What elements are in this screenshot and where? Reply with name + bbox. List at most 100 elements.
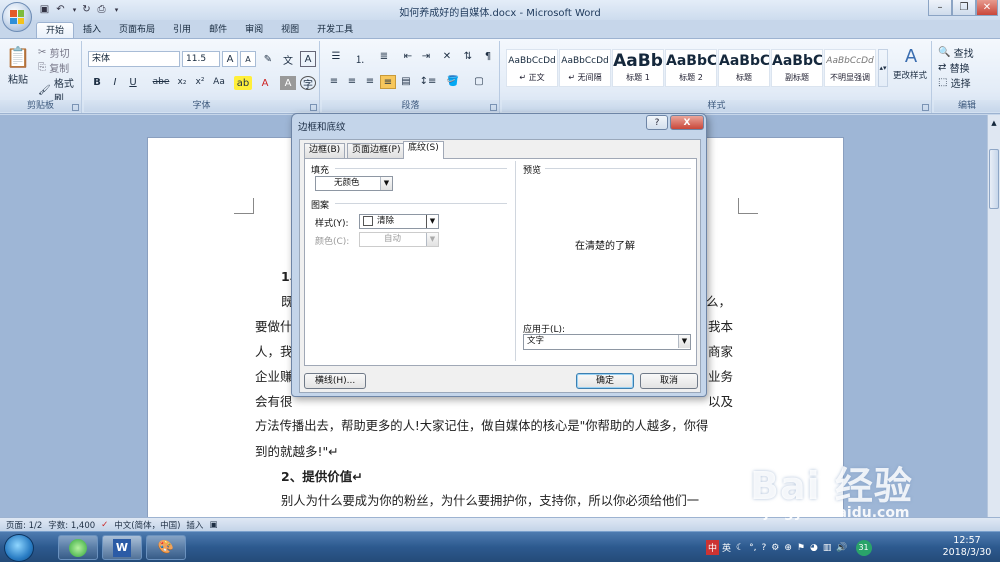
- superscript-button[interactable]: x²: [192, 77, 208, 87]
- redo-icon[interactable]: ↻: [80, 3, 93, 16]
- tab-developer[interactable]: 开发工具: [308, 22, 362, 39]
- notification-badge[interactable]: 31: [855, 539, 872, 556]
- style-subtle-emphasis[interactable]: AaBbCcDd 不明显强调: [824, 49, 876, 87]
- phonetic-guide-icon[interactable]: 文: [280, 51, 296, 67]
- ok-button[interactable]: 确定: [576, 373, 634, 389]
- char-shading-icon[interactable]: A: [280, 76, 296, 90]
- borders-icon[interactable]: ▢: [468, 76, 490, 87]
- office-button[interactable]: [2, 2, 32, 32]
- numbering-icon[interactable]: ⒈: [350, 51, 370, 66]
- tab-references[interactable]: 引用: [164, 22, 200, 39]
- find-button[interactable]: 🔍 查找: [938, 45, 996, 60]
- pattern-style-select[interactable]: 清除 ▼: [359, 214, 439, 229]
- dialog-close-button[interactable]: X: [670, 115, 704, 130]
- vertical-scrollbar[interactable]: ▲: [987, 115, 1000, 517]
- enclose-char-icon[interactable]: 字: [300, 76, 316, 91]
- change-styles-icon[interactable]: A: [892, 45, 930, 67]
- pattern-color-select[interactable]: 自动 ▼: [359, 232, 439, 247]
- copy-button[interactable]: ⎘ 复制: [38, 60, 78, 75]
- moon-icon[interactable]: ☾: [736, 543, 744, 553]
- bullets-icon[interactable]: ☰: [326, 51, 346, 62]
- strikethrough-button[interactable]: abe: [150, 77, 172, 87]
- spelling-icon[interactable]: ✓: [101, 520, 108, 530]
- tab-shading[interactable]: 底纹(S): [403, 141, 444, 159]
- decrease-indent-icon[interactable]: ⇤: [400, 51, 416, 62]
- align-center-icon[interactable]: ≡: [344, 76, 360, 87]
- style-normal[interactable]: AaBbCcDd ↵ 正文: [506, 49, 558, 87]
- paste-icon[interactable]: 📋: [6, 45, 31, 69]
- clock[interactable]: 12:57 2018/3/30: [938, 535, 996, 559]
- cancel-button[interactable]: 取消: [640, 373, 698, 389]
- ime-icon[interactable]: 中: [706, 540, 720, 555]
- tab-review[interactable]: 审阅: [236, 22, 272, 39]
- cut-button[interactable]: ✂ 剪切: [38, 45, 78, 60]
- restore-button[interactable]: ❐: [952, 0, 976, 16]
- minimize-button[interactable]: –: [928, 0, 952, 16]
- align-left-icon[interactable]: ≡: [326, 76, 342, 87]
- font-name-select[interactable]: 宋体: [88, 51, 180, 67]
- word-taskbar-icon[interactable]: W: [102, 535, 142, 560]
- status-page[interactable]: 页面: 1/2: [6, 519, 42, 531]
- paint-taskbar-icon[interactable]: 🎨: [146, 535, 186, 560]
- clear-format-icon[interactable]: ✎: [260, 51, 276, 67]
- underline-button[interactable]: U: [126, 77, 140, 88]
- status-insert-mode[interactable]: 插入: [186, 519, 203, 531]
- change-styles-button[interactable]: 更改样式: [888, 69, 932, 81]
- shading-icon[interactable]: 🪣: [442, 76, 464, 87]
- undo-icon[interactable]: ↶: [54, 3, 67, 16]
- start-button[interactable]: [4, 534, 34, 562]
- subscript-button[interactable]: x₂: [174, 77, 190, 87]
- style-no-spacing[interactable]: AaBbCcDd ↵ 无间隔: [559, 49, 611, 87]
- style-subtitle[interactable]: AaBbC 副标题: [771, 49, 823, 87]
- save-icon[interactable]: ▣: [38, 3, 51, 16]
- replace-button[interactable]: ⇄ 替换: [938, 60, 996, 75]
- paste-button[interactable]: 粘贴: [4, 71, 32, 86]
- volume-icon[interactable]: 🔊: [836, 543, 847, 553]
- align-right-icon[interactable]: ≡: [362, 76, 378, 87]
- tab-borders[interactable]: 边框(B): [304, 143, 346, 158]
- style-heading2[interactable]: AaBbC 标题 2: [665, 49, 717, 87]
- highlight-icon[interactable]: ab: [234, 76, 252, 90]
- tab-mailings[interactable]: 邮件: [200, 22, 236, 39]
- multilevel-list-icon[interactable]: ≣: [374, 51, 394, 62]
- increase-indent-icon[interactable]: ⇥: [418, 51, 434, 62]
- tab-home[interactable]: 开始: [36, 22, 75, 39]
- flag-icon[interactable]: ⚑: [797, 543, 805, 553]
- scroll-up-icon[interactable]: ▲: [988, 119, 1000, 131]
- paragraph-launcher-icon[interactable]: [490, 104, 497, 111]
- network-icon[interactable]: ▥: [823, 543, 832, 553]
- ime-mode[interactable]: 英: [722, 541, 731, 554]
- style-title[interactable]: AaBbC 标题: [718, 49, 770, 87]
- font-size-select[interactable]: 11.5: [182, 51, 220, 67]
- macro-record-icon[interactable]: ▣: [209, 520, 217, 530]
- sort-icon[interactable]: ⇅: [460, 51, 476, 62]
- show-marks-icon[interactable]: ¶: [480, 51, 496, 62]
- tab-insert[interactable]: 插入: [74, 22, 110, 39]
- scroll-thumb[interactable]: [989, 149, 999, 209]
- chinese-layout-icon[interactable]: ✕: [438, 51, 456, 62]
- apply-to-select[interactable]: 文字 ▼: [523, 334, 691, 350]
- shrink-font-icon[interactable]: A: [240, 51, 256, 67]
- font-launcher-icon[interactable]: [310, 104, 317, 111]
- style-heading1[interactable]: AaBb 标题 1: [612, 49, 664, 87]
- distributed-icon[interactable]: ▤: [398, 76, 414, 87]
- settings-icon[interactable]: ⚙: [771, 543, 779, 553]
- select-button[interactable]: ⬚ 选择: [938, 75, 996, 90]
- status-words[interactable]: 字数: 1,400: [48, 519, 95, 531]
- dialog-help-button[interactable]: ?: [646, 115, 668, 130]
- tab-page-layout[interactable]: 页面布局: [110, 22, 164, 39]
- print-preview-icon[interactable]: ⎙: [95, 3, 108, 16]
- security-icon[interactable]: ⊕: [784, 543, 792, 553]
- char-border-icon[interactable]: A: [300, 51, 316, 67]
- fill-color-select[interactable]: 无颜色 ▼: [315, 176, 393, 191]
- tab-view[interactable]: 视图: [272, 22, 308, 39]
- status-language[interactable]: 中文(简体，中国): [114, 519, 180, 531]
- tab-page-border[interactable]: 页面边框(P): [347, 143, 406, 158]
- styles-launcher-icon[interactable]: [922, 104, 929, 111]
- bold-button[interactable]: B: [90, 77, 104, 88]
- quick-access-customize-icon[interactable]: ▾: [110, 3, 123, 16]
- horizontal-line-button[interactable]: 横线(H)...: [304, 373, 366, 389]
- justify-icon[interactable]: ≡: [380, 75, 396, 89]
- line-spacing-icon[interactable]: ↕≡: [418, 76, 438, 87]
- browser-taskbar-icon[interactable]: [58, 535, 98, 560]
